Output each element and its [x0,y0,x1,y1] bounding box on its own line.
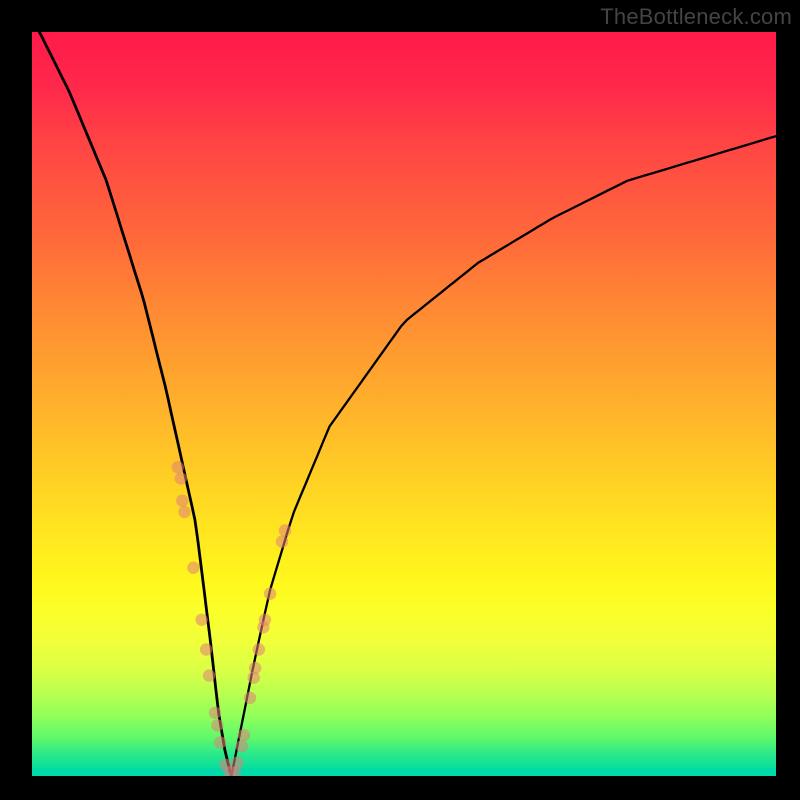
scatter-dot [249,662,261,674]
scatter-dot [259,614,271,626]
scatter-dot [203,669,215,681]
scatter-dot [195,614,207,626]
left-curve-path [39,32,231,776]
plot-area [32,32,776,776]
scatter-dot [253,643,265,655]
scatter-dot [209,707,221,719]
scatter-dot [279,524,291,536]
watermark-text: TheBottleneck.com [600,4,792,30]
scatter-dot [172,461,184,473]
scatter-dot [178,506,190,518]
scatter-dot [236,740,248,752]
scatter-dot [187,562,199,574]
scatter-dot [214,736,226,748]
scatter-dots-group [172,461,292,776]
scatter-dot [176,495,188,507]
scatter-dot [211,719,223,731]
scatter-dot [231,756,243,768]
chart-svg [32,32,776,776]
scatter-dot [276,535,288,547]
scatter-dot [264,588,276,600]
scatter-dot [238,729,250,741]
scatter-dot [175,472,187,484]
scatter-dot [244,692,256,704]
scatter-dot [200,643,212,655]
right-curve-path [231,136,776,776]
